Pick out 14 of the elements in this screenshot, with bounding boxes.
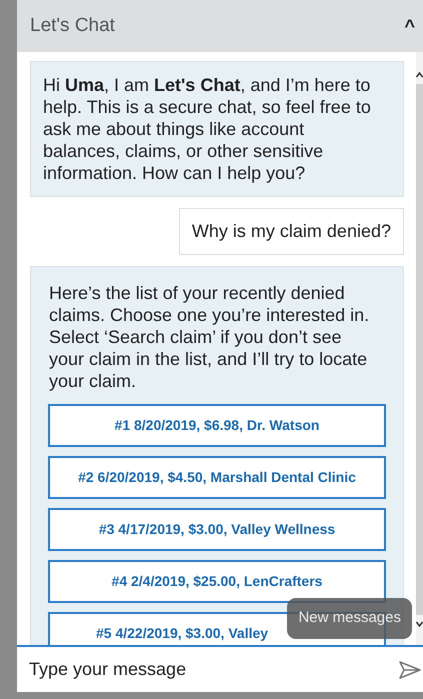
claim-option-button[interactable]: #3 4/17/2019, $3.00, Valley Wellness	[48, 508, 386, 551]
user-message-text: Why is my claim denied?	[192, 220, 391, 243]
chat-title: Let's Chat	[30, 14, 115, 38]
claim-option-button[interactable]: #4 2/4/2019, $25.00, LenCrafters	[48, 560, 386, 603]
scroll-up-icon[interactable]	[416, 72, 423, 78]
bot-message-text: Here’s the list of your recently denied claims. Choose one you’re interested in. Select ‘Search claim’ if you don’t see your claim in the list, and I’ll try to locate your claim.	[48, 282, 370, 392]
message-input-field[interactable]: Type your message	[29, 656, 399, 683]
claim-option-button[interactable]: #2 6/20/2019, $4.50, Marshall Dental Clinic	[48, 456, 386, 499]
new-messages-toast[interactable]: New messages	[287, 598, 412, 639]
send-icon[interactable]	[399, 660, 421, 678]
scroll-down-icon[interactable]	[416, 621, 423, 627]
bot-message-text: Hi Uma, I am Let's Chat, and I’m here to help. This is a secure chat, so feel free to ask me about things like account balances, claims, or other sensitive information. How can I help you?	[43, 74, 372, 184]
claim-option-button[interactable]: #1 8/20/2019, $6.98, Dr. Watson	[48, 404, 386, 447]
collapse-button[interactable]: ^	[400, 12, 419, 40]
